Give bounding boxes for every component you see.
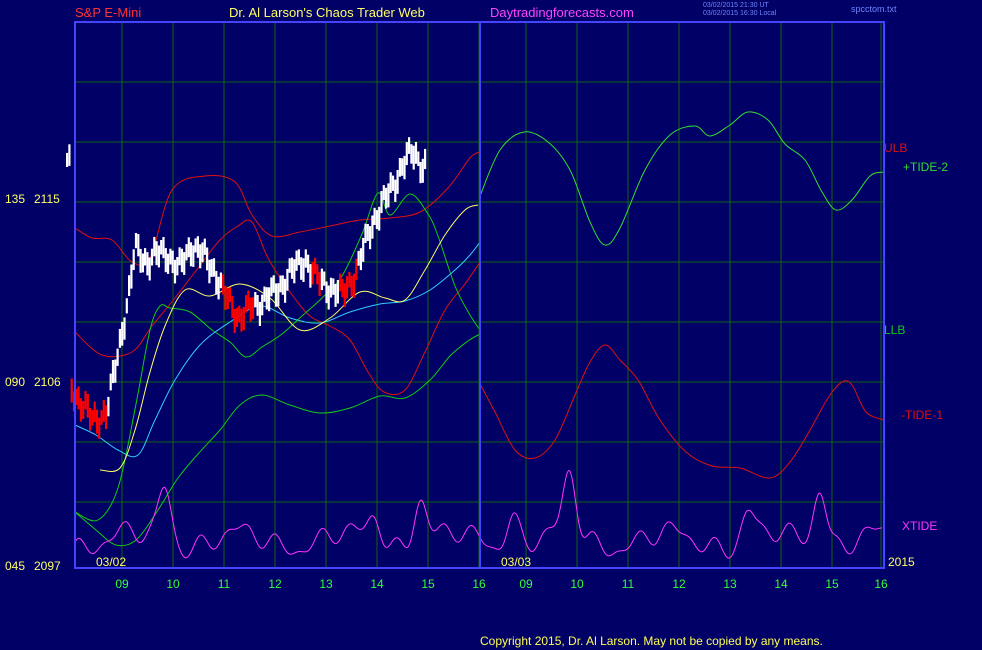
legend-label: +TIDE-2 [903,160,948,174]
legend-label: ULB [884,141,907,155]
x-axis-hour-label: 14 [370,577,384,591]
date-label: 03/02 [96,555,126,569]
x-axis-hour-label: 16 [472,577,486,591]
x-axis-hour-label: 13 [319,577,333,591]
x-axis-hour-label: 16 [874,577,888,591]
x-axis-hour-label: 09 [115,577,129,591]
x-axis-hour-label: 13 [723,577,737,591]
x-axis-hour-label: 15 [421,577,435,591]
x-axis-hour-label: 09 [519,577,533,591]
llb-lower-trace [74,333,481,547]
copyright-notice: Copyright 2015, Dr. Al Larson. May not b… [480,634,823,648]
y-axis-price-label: 2115 [34,192,60,206]
tide-minus-trace [479,344,885,479]
year-label: 2015 [888,555,915,569]
x-axis-hour-label: 12 [268,577,282,591]
x-axis-hour-label: 10 [570,577,584,591]
x-axis-hour-label: 15 [825,577,839,591]
y-axis-price-label: 2097 [34,559,61,573]
price-bars [65,137,427,439]
chart-frame [74,21,885,569]
y-axis-osc-label: 090 [5,375,25,389]
x-axis-hour-label: 14 [774,577,788,591]
y-axis-osc-label: 045 [5,559,25,573]
y-axis-price-label: 2106 [34,375,61,389]
legend-label: XTIDE [902,519,937,533]
date-label: 03/03 [501,555,531,569]
x-axis-hour-label: 12 [672,577,686,591]
ulb-upper-trace [74,151,481,267]
legend-label: LLB [884,323,905,337]
y-axis-osc-label: 135 [5,192,25,206]
x-axis-hour-label: 11 [218,577,231,591]
tide-plus-trace [479,111,885,246]
x-axis-hour-label: 11 [622,577,635,591]
chart-area: 135 2115 090 2106 045 2097 09 10 11 12 13 14 15 16 09 1… [5,21,948,591]
x-axis-hour-label: 10 [166,577,180,591]
legend-label: -TIDE-1 [901,408,943,422]
chart-labels: 135 2115 090 2106 045 2097 09 10 11 12 13 14 15 16 09 1… [5,141,948,591]
